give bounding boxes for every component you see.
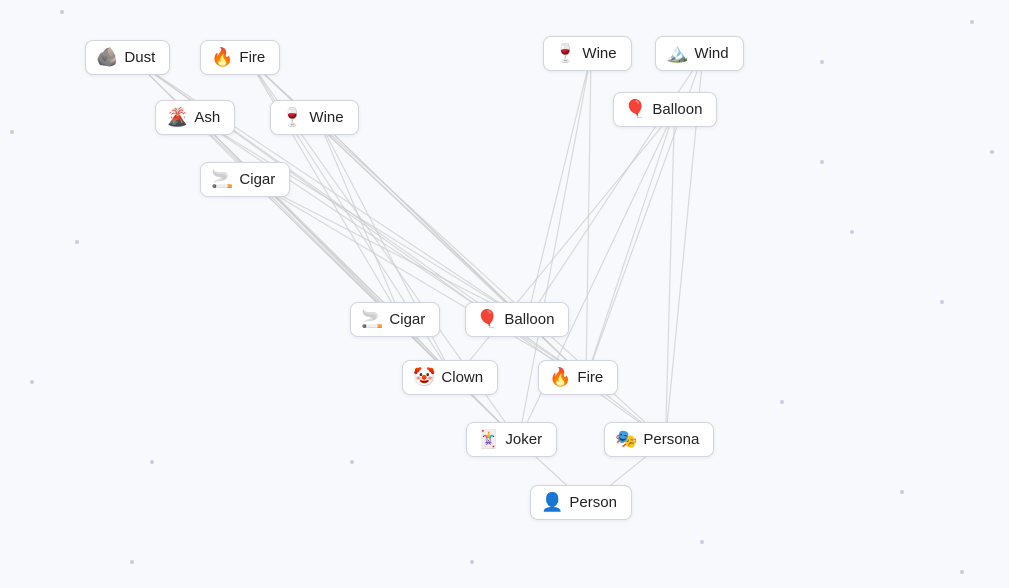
decorative-dot-15	[700, 540, 704, 544]
clown-emoji: 🤡	[413, 367, 435, 388]
edge-wine1-fire2	[318, 119, 586, 379]
cigar1-emoji: 🚬	[211, 169, 233, 190]
cigar2-emoji: 🚬	[361, 309, 383, 330]
edge-wine2-balloon2	[527, 55, 592, 321]
node-clown[interactable]: 🤡 Clown	[402, 360, 498, 395]
node-cigar2[interactable]: 🚬 Cigar	[350, 302, 440, 337]
node-wine1[interactable]: 🍷 Wine	[270, 100, 359, 135]
node-balloon2[interactable]: 🎈 Balloon	[465, 302, 569, 337]
persona-label: Persona	[643, 431, 699, 448]
node-fire2[interactable]: 🔥 Fire	[538, 360, 618, 395]
decorative-dot-12	[10, 130, 14, 134]
edge-cigar1-balloon2	[253, 181, 527, 321]
cigar1-label: Cigar	[239, 171, 275, 188]
wind-emoji: 🏔️	[666, 43, 688, 64]
node-persona[interactable]: 🎭 Persona	[604, 422, 714, 457]
cigar2-label: Cigar	[389, 311, 425, 328]
fire1-label: Fire	[239, 49, 265, 66]
edge-cigar1-fire2	[253, 181, 587, 379]
decorative-dot-5	[75, 240, 79, 244]
fire2-emoji: 🔥	[549, 367, 571, 388]
node-wine2[interactable]: 🍷 Wine	[543, 36, 632, 71]
decorative-dot-17	[960, 570, 964, 574]
decorative-dot-11	[150, 460, 154, 464]
edge-cigar1-clown	[253, 181, 455, 379]
person-label: Person	[569, 494, 617, 511]
node-dust[interactable]: 🪨 Dust	[85, 40, 170, 75]
decorative-dot-9	[900, 490, 904, 494]
edge-wine2-fire2	[586, 55, 591, 379]
decorative-dot-16	[130, 560, 134, 564]
node-wind[interactable]: 🏔️ Wind	[655, 36, 744, 71]
wine1-label: Wine	[309, 109, 343, 126]
balloon2-label: Balloon	[504, 311, 554, 328]
node-fire1[interactable]: 🔥 Fire	[200, 40, 280, 75]
node-joker[interactable]: 🃏 Joker	[466, 422, 557, 457]
decorative-dot-1	[970, 20, 974, 24]
ash-label: Ash	[194, 109, 220, 126]
edge-wine1-balloon2	[318, 119, 527, 321]
joker-emoji: 🃏	[477, 429, 499, 450]
balloon2-emoji: 🎈	[476, 309, 498, 330]
node-cigar1[interactable]: 🚬 Cigar	[200, 162, 290, 197]
decorative-dot-0	[60, 10, 64, 14]
edge-balloon1-persona	[666, 111, 675, 441]
wine2-emoji: 🍷	[554, 43, 576, 64]
decorative-dot-14	[820, 160, 824, 164]
edge-ash-cigar2	[199, 119, 403, 321]
decorative-dot-2	[820, 60, 824, 64]
node-person[interactable]: 👤 Person	[530, 485, 632, 520]
ash-emoji: 🌋	[166, 107, 188, 128]
edge-balloon1-fire2	[586, 111, 675, 379]
decorative-dot-13	[990, 150, 994, 154]
node-ash[interactable]: 🌋 Ash	[155, 100, 235, 135]
balloon1-label: Balloon	[652, 101, 702, 118]
decorative-dot-8	[470, 560, 474, 564]
edge-balloon1-clown	[455, 111, 675, 379]
edge-wine1-cigar2	[318, 119, 403, 321]
dust-label: Dust	[124, 49, 155, 66]
edge-wine1-clown	[318, 119, 455, 379]
edge-ash-fire2	[199, 119, 587, 379]
decorative-dot-3	[850, 230, 854, 234]
fire2-label: Fire	[577, 369, 603, 386]
decorative-dot-10	[30, 380, 34, 384]
balloon1-emoji: 🎈	[624, 99, 646, 120]
edge-ash-balloon2	[199, 119, 527, 321]
decorative-dot-4	[940, 300, 944, 304]
connection-lines	[0, 0, 1009, 588]
dust-emoji: 🪨	[96, 47, 118, 68]
node-balloon1[interactable]: 🎈 Balloon	[613, 92, 717, 127]
decorative-dot-7	[350, 460, 354, 464]
decorative-dot-6	[780, 400, 784, 404]
clown-label: Clown	[441, 369, 483, 386]
person-emoji: 👤	[541, 492, 563, 513]
joker-label: Joker	[505, 431, 542, 448]
wine2-label: Wine	[582, 45, 616, 62]
edge-ash-clown	[199, 119, 455, 379]
persona-emoji: 🎭	[615, 429, 637, 450]
wind-label: Wind	[694, 45, 728, 62]
edge-dust-balloon2	[133, 59, 527, 321]
fire1-emoji: 🔥	[211, 47, 233, 68]
wine1-emoji: 🍷	[281, 107, 303, 128]
